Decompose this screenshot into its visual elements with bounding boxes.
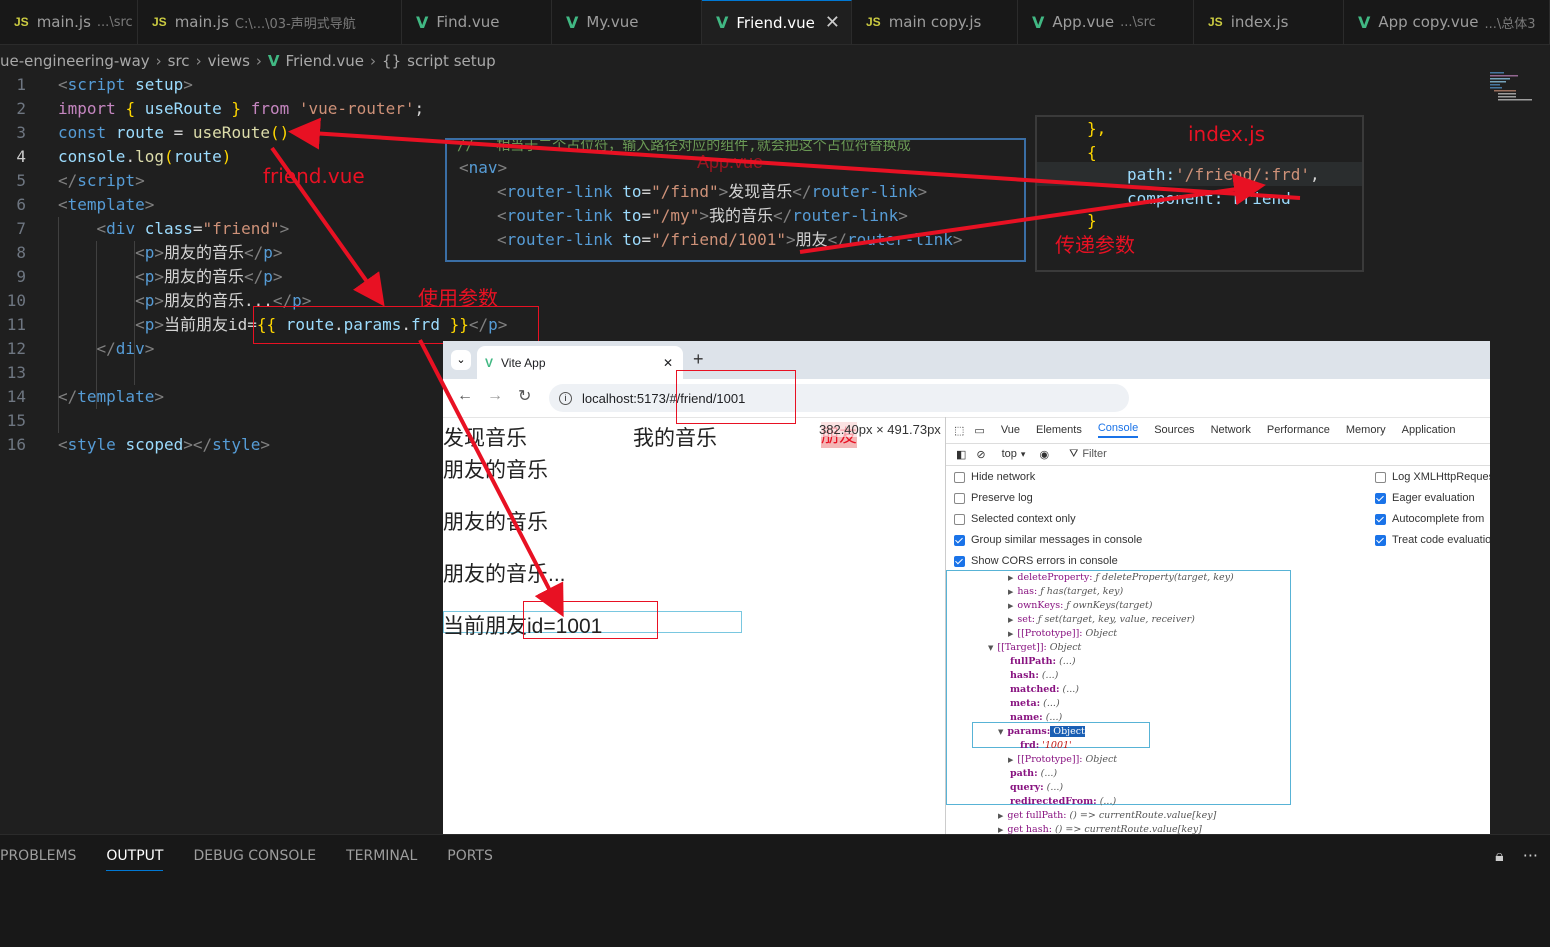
lock-icon[interactable]: 🔒︎ (1495, 846, 1504, 865)
arrow-params-to-page (418, 339, 564, 618)
arrow-index-to-useroute (288, 117, 1301, 200)
annotation-arrows (270, 117, 1301, 618)
panel-tabs: PROBLEMS OUTPUT DEBUG CONSOLE TERMINAL P… (0, 848, 523, 871)
panel-tab-output[interactable]: OUTPUT (106, 848, 164, 871)
panel-tab-debug-console[interactable]: DEBUG CONSOLE (193, 848, 316, 871)
panel-tab-terminal[interactable]: TERMINAL (346, 848, 417, 871)
arrow-link-to-index (799, 173, 1266, 254)
arrow-route-to-params (270, 146, 385, 307)
panel-tab-problems[interactable]: PROBLEMS (0, 848, 76, 871)
more-actions-icon[interactable]: ··· (1523, 846, 1538, 865)
panel-actions: 🔒︎ ··· (1495, 846, 1538, 866)
panel-tab-ports[interactable]: PORTS (447, 848, 493, 871)
